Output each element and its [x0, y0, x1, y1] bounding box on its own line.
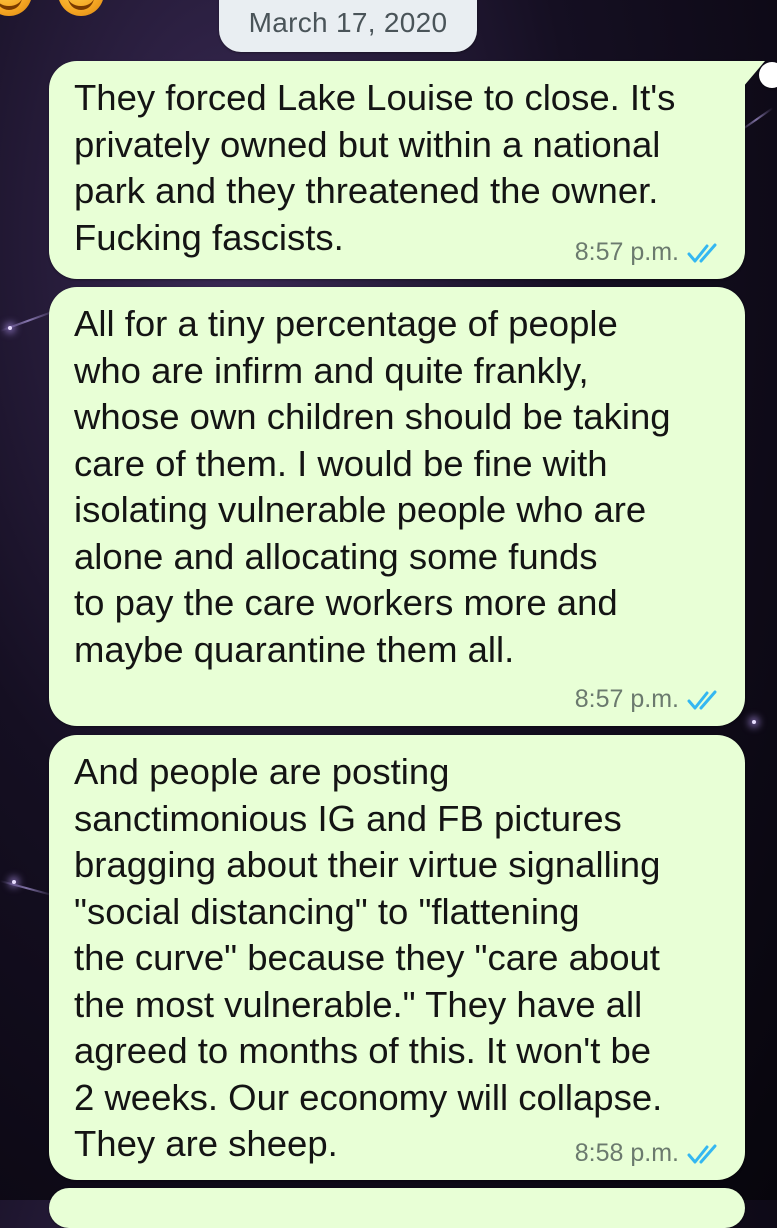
message-meta: 8:57 p.m.	[575, 238, 721, 267]
date-label: March 17, 2020	[248, 7, 448, 38]
message-bubble[interactable]: And people are posting sanctimonious IG …	[49, 735, 745, 1180]
message-bubble[interactable]: They forced Lake Louise to close. It's p…	[49, 61, 765, 279]
wallpaper-star	[12, 880, 16, 884]
wallpaper-streak	[0, 880, 54, 897]
double-check-icon	[687, 243, 717, 262]
message-text: They forced Lake Louise to close. It's p…	[74, 77, 676, 258]
message-time: 8:57 p.m.	[574, 238, 679, 266]
emoji-icon	[0, 0, 32, 16]
message-meta: 8:57 p.m.	[575, 685, 721, 714]
double-check-icon	[687, 1144, 717, 1163]
message-bubble[interactable]: All for a tiny percentage of people who …	[49, 287, 745, 726]
message-time: 8:57 p.m.	[574, 685, 679, 713]
date-separator: March 17, 2020	[219, 0, 477, 52]
message-bubble-partial[interactable]	[49, 1188, 745, 1228]
double-check-icon	[687, 690, 717, 709]
emoji-icon	[58, 0, 104, 16]
wallpaper-star	[752, 720, 756, 724]
message-text: All for a tiny percentage of people who …	[74, 303, 671, 670]
message-time: 8:58 p.m.	[574, 1139, 679, 1167]
message-text: And people are posting sanctimonious IG …	[74, 751, 663, 1164]
wallpaper-star	[8, 326, 12, 330]
message-meta: 8:58 p.m.	[575, 1139, 721, 1168]
